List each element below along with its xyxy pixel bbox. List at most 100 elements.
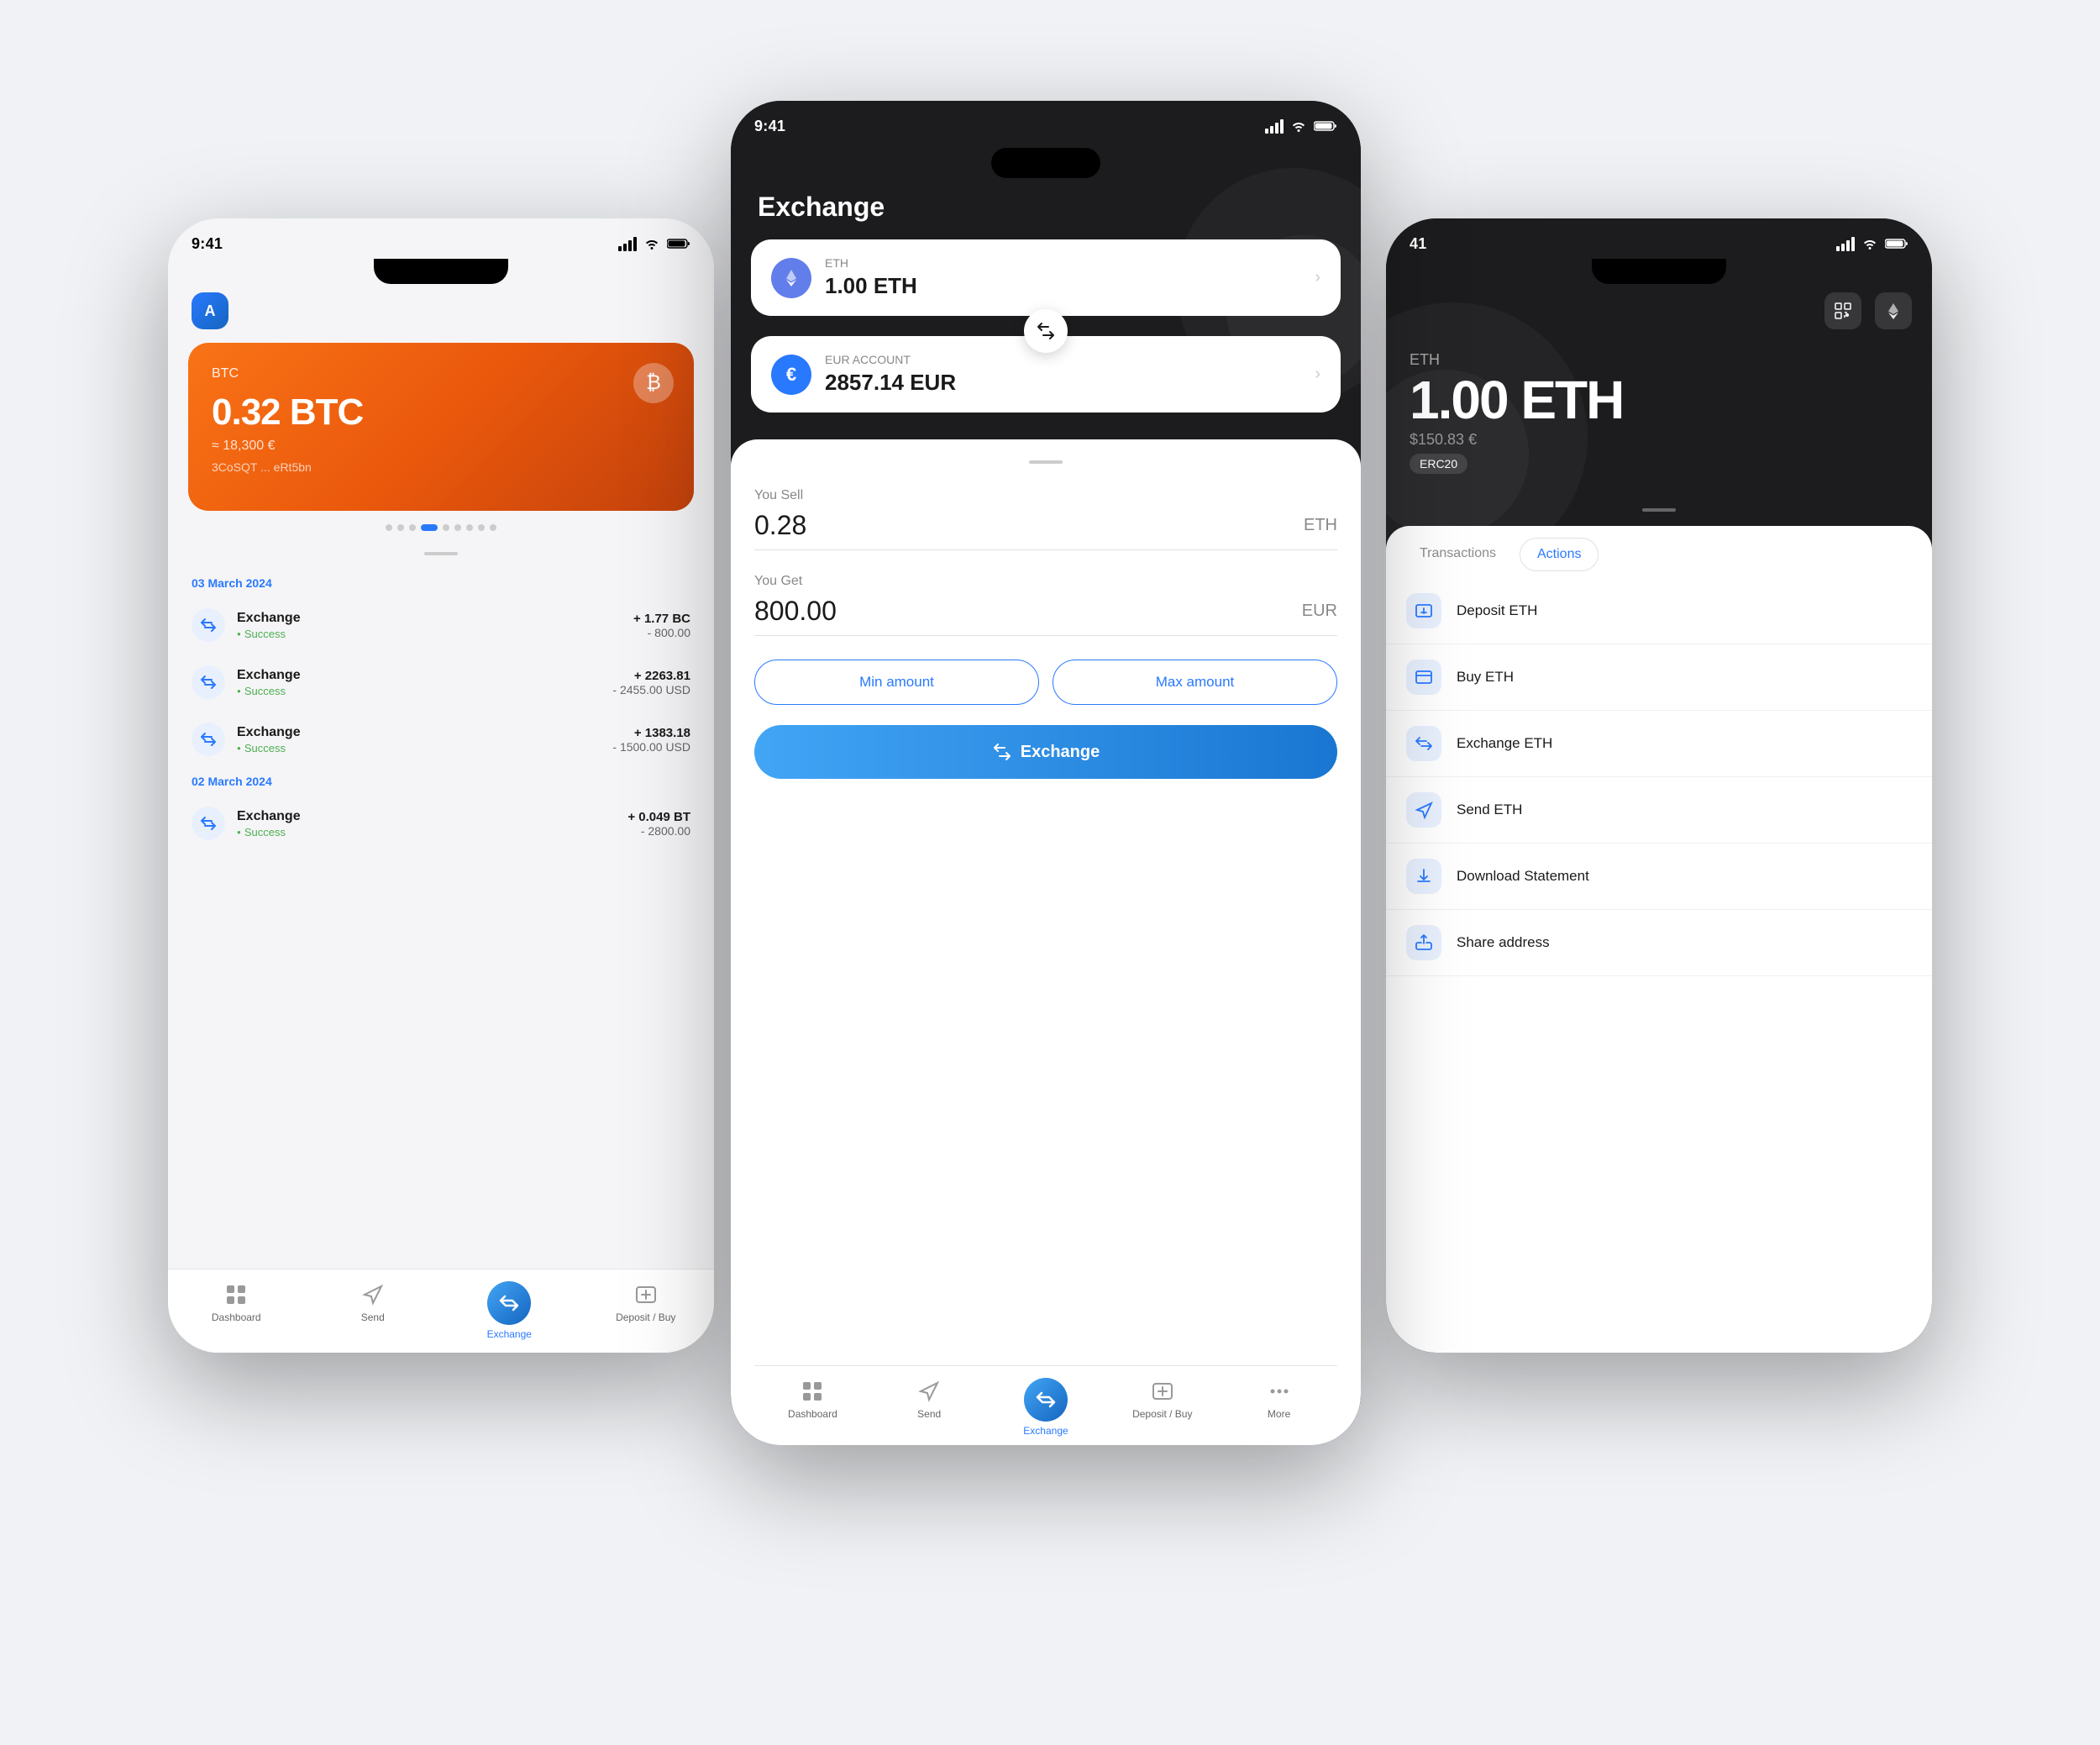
sell-label: You Sell — [754, 488, 1337, 503]
swap-button[interactable] — [1024, 309, 1068, 353]
card-dots — [168, 524, 714, 531]
right-fiat: $150.83 € — [1410, 431, 1908, 449]
handle-bar-center — [1029, 460, 1063, 464]
signal-icon-center — [1265, 119, 1284, 134]
dot — [443, 524, 449, 531]
handle-bar-right — [1642, 508, 1676, 512]
more-icon-c — [1266, 1378, 1293, 1405]
nav-deposit-label: Deposit / Buy — [616, 1311, 675, 1323]
dot — [409, 524, 416, 531]
left-header: A — [168, 284, 714, 343]
btc-amount: 0.32 BTC — [212, 392, 670, 434]
exchange-active-circle — [487, 1281, 531, 1325]
download-statement-icon — [1406, 859, 1441, 894]
signal-icon — [618, 237, 637, 251]
to-card-info: EUR ACCOUNT 2857.14 EUR — [825, 353, 1301, 396]
nav-deposit[interactable]: Deposit / Buy — [578, 1281, 715, 1323]
list-item-send[interactable]: Send ETH — [1386, 777, 1932, 844]
right-tabs: Transactions Actions — [1386, 538, 1932, 571]
right-hero: ETH 1.00 ETH $150.83 € ERC20 — [1386, 343, 1932, 491]
nav-dashboard-label: Dashboard — [212, 1311, 261, 1323]
send-eth-icon — [1406, 792, 1441, 828]
nav-exchange-c[interactable]: Exchange — [988, 1378, 1105, 1437]
list-item-download[interactable]: Download Statement — [1386, 844, 1932, 910]
exchange-eth-label: Exchange ETH — [1457, 735, 1552, 752]
right-ticker: ETH — [1410, 351, 1908, 369]
tx-amounts: + 1.77 BC - 800.00 — [633, 612, 690, 639]
exchange-icon — [192, 807, 225, 840]
nav-dashboard[interactable]: Dashboard — [168, 1281, 305, 1323]
eth-button[interactable] — [1875, 292, 1912, 329]
nav-send[interactable]: Send — [305, 1281, 442, 1323]
eur-coin-icon: € — [771, 355, 811, 395]
tab-actions[interactable]: Actions — [1520, 538, 1599, 571]
wifi-icon — [643, 238, 660, 250]
sell-value[interactable]: 0.28 — [754, 510, 806, 541]
nav-more-label-c: More — [1268, 1408, 1290, 1420]
status-icons-left — [618, 237, 690, 251]
get-value[interactable]: 800.00 — [754, 596, 837, 627]
status-icons-right — [1836, 237, 1908, 251]
min-amount-button[interactable]: Min amount — [754, 660, 1039, 705]
deposit-eth-label: Deposit ETH — [1457, 602, 1537, 619]
tx-name: Exchange Success — [237, 668, 601, 697]
signal-icon-right — [1836, 237, 1855, 251]
list-item-buy[interactable]: Buy ETH — [1386, 644, 1932, 711]
sell-row: 0.28 ETH — [754, 510, 1337, 550]
phone-right: 41 — [1386, 218, 1932, 1353]
get-label: You Get — [754, 574, 1337, 589]
transactions-section: 03 March 2024 Exchange Success + 1.77 BC… — [168, 570, 714, 852]
list-item-share[interactable]: Share address — [1386, 910, 1932, 976]
qr-button[interactable] — [1824, 292, 1861, 329]
exchange-action-button[interactable]: Exchange — [754, 725, 1337, 779]
tx-amounts: + 2263.81 - 2455.00 USD — [612, 669, 690, 696]
list-item-exchange[interactable]: Exchange ETH — [1386, 711, 1932, 777]
btc-card[interactable]: BTC 0.32 BTC ≈ 18,300 € 3CoSQT ... eRt5b… — [188, 343, 694, 511]
get-row: 800.00 EUR — [754, 596, 1337, 636]
deposit-icon-c — [1149, 1378, 1176, 1405]
nav-send-label: Send — [361, 1311, 385, 1323]
sell-field: You Sell 0.28 ETH — [754, 488, 1337, 550]
dot — [478, 524, 485, 531]
deposit-icon — [633, 1281, 659, 1308]
buy-eth-icon — [1406, 660, 1441, 695]
time-center: 9:41 — [754, 118, 785, 135]
avatar: A — [192, 292, 228, 329]
from-card-info: ETH 1.00 ETH — [825, 256, 1301, 299]
exchange-icon — [192, 608, 225, 642]
exchange-bottom-sheet: You Sell 0.28 ETH You Get 800.00 EUR Min… — [731, 439, 1361, 1445]
dot — [490, 524, 496, 531]
erc20-badge: ERC20 — [1410, 454, 1467, 474]
nav-send-c[interactable]: Send — [871, 1378, 988, 1420]
exchange-active-circle-c — [1024, 1378, 1068, 1422]
max-amount-button[interactable]: Max amount — [1053, 660, 1337, 705]
exchange-icon — [192, 723, 225, 756]
table-row: Exchange Success + 1383.18 - 1500.00 USD — [168, 711, 714, 768]
scene: 9:41 A — [0, 0, 2100, 1745]
send-icon-c — [916, 1378, 942, 1405]
chevron-right-icon-2: › — [1315, 365, 1320, 384]
chevron-right-icon: › — [1315, 268, 1320, 287]
center-header: Exchange — [731, 178, 1361, 239]
list-item-deposit[interactable]: Deposit ETH — [1386, 578, 1932, 644]
tx-amounts: + 0.049 BT - 2800.00 — [627, 810, 690, 838]
tab-transactions[interactable]: Transactions — [1403, 538, 1513, 571]
phone-center: 9:41 Exchange — [731, 101, 1361, 1445]
nav-deposit-c[interactable]: Deposit / Buy — [1104, 1378, 1221, 1420]
send-icon — [360, 1281, 386, 1308]
right-sheet: Transactions Actions Deposit ETH — [1386, 526, 1932, 1353]
buy-eth-label: Buy ETH — [1457, 669, 1514, 686]
dot — [397, 524, 404, 531]
nav-exchange-label-c: Exchange — [1023, 1425, 1068, 1437]
handle-bar — [424, 552, 458, 555]
dot — [386, 524, 392, 531]
nav-dashboard-c[interactable]: Dashboard — [754, 1378, 871, 1420]
battery-icon-right — [1885, 238, 1908, 250]
table-row: Exchange Success + 0.049 BT - 2800.00 — [168, 795, 714, 852]
nav-more-c[interactable]: More — [1221, 1378, 1337, 1420]
from-card[interactable]: ETH 1.00 ETH › — [751, 239, 1341, 316]
nav-exchange[interactable]: Exchange — [441, 1281, 578, 1340]
wifi-icon-center — [1290, 120, 1307, 132]
dashboard-icon — [223, 1281, 249, 1308]
nav-send-label-c: Send — [917, 1408, 941, 1420]
